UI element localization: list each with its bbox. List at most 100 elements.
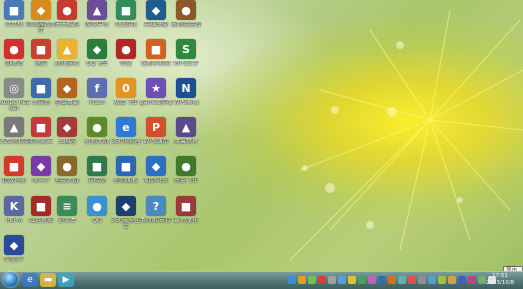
desktop-icon-image: ■ bbox=[116, 0, 136, 20]
desktop-icon-image: N bbox=[176, 78, 196, 98]
tray-icon-2[interactable] bbox=[298, 276, 306, 284]
desktop-icon[interactable]: ★ games游戏 bbox=[140, 78, 172, 116]
desktop-icon[interactable]: ▲ 腾讯游戏 bbox=[51, 39, 83, 77]
desktop-icon-label: 拳皇 bbox=[119, 61, 132, 67]
desktop-icon[interactable]: ■ 控制面板 bbox=[110, 156, 142, 194]
desktop-icon-image: ■ bbox=[146, 39, 166, 59]
desktop-icon[interactable]: ■ 暴力摩托 bbox=[170, 196, 202, 234]
desktop-icon-label: 记事本 bbox=[57, 218, 76, 224]
desktop-icon-image: ◆ bbox=[57, 117, 77, 137]
desktop-icon[interactable]: ● 坦克大战 bbox=[51, 156, 83, 194]
tray-icon-13[interactable] bbox=[408, 276, 416, 284]
desktop-icon-image: ◎ bbox=[4, 78, 24, 98]
desktop-icon-image: ◆ bbox=[146, 156, 166, 176]
desktop-icon-image: ▲ bbox=[87, 0, 107, 20]
desktop-icon-label: 英雄联盟 bbox=[143, 22, 168, 28]
desktop-icon[interactable]: S WPS文字 bbox=[170, 39, 202, 77]
tray-icon-15[interactable] bbox=[428, 276, 436, 284]
desktop-icon[interactable]: ■ 宠物小精灵 bbox=[140, 39, 172, 77]
desktop-icon-image: ◆ bbox=[57, 78, 77, 98]
desktop-icon[interactable]: ◆ 英雄联盟 bbox=[140, 0, 172, 38]
tray-icon-17[interactable] bbox=[448, 276, 456, 284]
desktop-icon-label: WPS文字 bbox=[173, 61, 199, 67]
desktop-icon-image: ● bbox=[4, 39, 24, 59]
desktop-icon-image: ■ bbox=[31, 78, 51, 98]
desktop-icon[interactable]: e 360浏览器 bbox=[110, 117, 142, 155]
desktop-icon[interactable]: ≡ 记事本 bbox=[51, 196, 83, 234]
desktop-icon-image: ◆ bbox=[4, 235, 24, 255]
desktop-icon-label: WPS演示 bbox=[143, 139, 169, 145]
media-player-icon[interactable]: ▶ bbox=[58, 273, 74, 287]
desktop-icon[interactable]: ● 侠盗飞车 bbox=[170, 156, 202, 194]
taskbar: e ▬ ▶ 17:51 2013/10/8 bbox=[0, 271, 523, 289]
desktop-icon-image: ■ bbox=[31, 117, 51, 137]
desktop-icon-image: K bbox=[4, 196, 24, 216]
desktop-icon[interactable]: ● 宠物连连看 bbox=[170, 0, 202, 38]
desktop-icon-label: 魔兽世界 bbox=[173, 139, 198, 145]
notification-area bbox=[288, 274, 496, 286]
desktop-icon[interactable]: ◆ 金山毒霸 bbox=[51, 78, 83, 116]
desktop-icon[interactable]: P WPS演示 bbox=[140, 117, 172, 155]
desktop-icon[interactable]: ◆ 三国志 bbox=[51, 117, 83, 155]
tray-icon-5[interactable] bbox=[328, 276, 336, 284]
tray-icon-10[interactable] bbox=[378, 276, 386, 284]
desktop-icon-image: ● bbox=[176, 156, 196, 176]
desktop-icon-label: 坦克大战 bbox=[54, 178, 79, 184]
tray-icon-16[interactable] bbox=[438, 276, 446, 284]
desktop-icon-image: ▲ bbox=[57, 39, 77, 59]
desktop-icon[interactable]: ? 帮助和支持 bbox=[140, 196, 172, 234]
desktop-icon-image: ■ bbox=[4, 0, 24, 20]
desktop-icon[interactable]: ● 天天酷跑 bbox=[51, 0, 83, 38]
desktop-icon[interactable]: ▲ 魔兽世界 bbox=[170, 117, 202, 155]
desktop-icon[interactable]: ◆ 360安全卫士 bbox=[110, 196, 142, 234]
tray-icon-7[interactable] bbox=[348, 276, 356, 284]
desktop-icon-image: ▲ bbox=[4, 117, 24, 137]
clock-time: 17:51 bbox=[492, 273, 508, 279]
desktop-icon-image: ● bbox=[87, 117, 107, 137]
ie-browser-icon[interactable]: e bbox=[22, 273, 38, 287]
desktop-icon-label: 金山毒霸 bbox=[54, 100, 79, 106]
desktop-icon-image: ● bbox=[116, 39, 136, 59]
system-clock[interactable]: 17:51 2013/10/8 bbox=[483, 273, 517, 287]
desktop-icon-label: 360浏览器 bbox=[111, 139, 141, 145]
tray-icon-1[interactable] bbox=[288, 276, 296, 284]
desktop-icon[interactable]: ● 拳皇 bbox=[110, 39, 142, 77]
tray-icon-12[interactable] bbox=[398, 276, 406, 284]
tray-icon-18[interactable] bbox=[458, 276, 466, 284]
tray-icon-9[interactable] bbox=[368, 276, 376, 284]
tray-icon-6[interactable] bbox=[338, 276, 346, 284]
desktop-icon-label: 360安全卫士 bbox=[111, 218, 141, 230]
desktop-icon-image: ● bbox=[176, 0, 196, 20]
desktop-icon-image: ◆ bbox=[87, 39, 107, 59]
tray-icon-19[interactable] bbox=[468, 276, 476, 284]
desktop-icon[interactable]: 0 极品飞车 bbox=[110, 78, 142, 116]
desktop-icon[interactable]: N WPS表格 bbox=[170, 78, 202, 116]
desktop-icon-image: ◆ bbox=[116, 196, 136, 216]
desktop-icon-label: 帮助和支持 bbox=[140, 218, 171, 224]
desktop-icon-label: 宠物连连看 bbox=[170, 22, 201, 28]
desktop-icon-image: ■ bbox=[176, 196, 196, 216]
desktop-icon-image: ■ bbox=[4, 156, 24, 176]
desktop-icon[interactable]: ■ QQ游戏 bbox=[110, 0, 142, 38]
desktop-icon-image: ■ bbox=[116, 156, 136, 176]
tray-icon-4[interactable] bbox=[318, 276, 326, 284]
desktop[interactable]: ■ 计算机 ◆ 网络游戏大厅 ● 天天酷跑 ▲ 游戏中心 ■ QQ游戏 ◆ 英雄联盟 ● 宠物连连看 ● 回收… bbox=[0, 0, 523, 289]
desktop-icon-image: e bbox=[116, 117, 136, 137]
tray-icon-14[interactable] bbox=[418, 276, 426, 284]
desktop-icon-image: ■ bbox=[31, 39, 51, 59]
tray-icon-8[interactable] bbox=[358, 276, 366, 284]
tray-icon-3[interactable] bbox=[308, 276, 316, 284]
desktop-icon-image: ◆ bbox=[31, 0, 51, 20]
desktop-icon[interactable]: ◆ 拳皇97 bbox=[0, 235, 30, 273]
desktop-icon-image: f bbox=[87, 78, 107, 98]
desktop-icon-image: ▲ bbox=[176, 117, 196, 137]
desktop-icon-label: 宠物小精灵 bbox=[140, 61, 171, 67]
desktop-icon-label: games游戏 bbox=[139, 100, 173, 106]
desktop-icon-label: 极品飞车 bbox=[113, 100, 138, 106]
desktop-icon-label: 腾讯游戏 bbox=[54, 61, 79, 67]
start-button[interactable] bbox=[3, 272, 18, 287]
desktop-icon-label: 暴力摩托 bbox=[173, 218, 198, 224]
file-explorer-icon[interactable]: ▬ bbox=[40, 273, 56, 287]
desktop-icon[interactable]: ◆ 仙剑奇侠 bbox=[140, 156, 172, 194]
tray-icon-11[interactable] bbox=[388, 276, 396, 284]
